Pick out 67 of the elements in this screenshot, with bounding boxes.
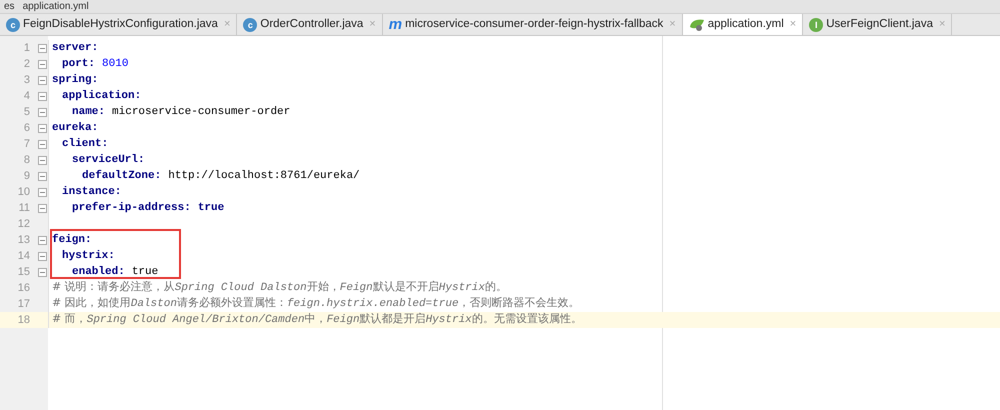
- fold-icon: [38, 252, 47, 260]
- yaml-value: microservice-consumer-order: [112, 104, 290, 120]
- tab-label: UserFeignClient.java: [826, 16, 933, 32]
- line-number: 15: [16, 264, 30, 280]
- yaml-value: 8010: [102, 56, 128, 72]
- line-number: 4: [22, 88, 30, 104]
- line-number: 18: [16, 312, 30, 328]
- fold-icon: [38, 124, 47, 132]
- leaf-icon: [688, 18, 705, 32]
- line-number: 3: [22, 72, 30, 88]
- fold-icon: [38, 140, 47, 148]
- breadcrumb-item[interactable]: application.yml: [22, 2, 89, 12]
- fold-icon: [38, 188, 47, 196]
- line-number: 6: [22, 120, 30, 136]
- tab-label: OrderController.java: [260, 16, 364, 32]
- yaml-key: enabled:: [72, 264, 125, 280]
- fold-icon: [38, 76, 47, 84]
- class-icon: c: [243, 18, 258, 32]
- yaml-key: port:: [62, 56, 96, 72]
- comment-text: # 因此，如使用Dalston请务必额外设置属性：feign.hystrix.enabled=true，否则断路器不会生效。: [52, 295, 580, 312]
- editor-tab[interactable]: application.yml ×: [682, 14, 804, 35]
- interface-icon: I: [809, 18, 824, 32]
- yaml-key: instance:: [62, 184, 122, 200]
- line-number: 10: [16, 184, 30, 200]
- yaml-value: http://localhost:8761/eureka/: [168, 168, 360, 184]
- breadcrumb-item[interactable]: es: [4, 2, 15, 12]
- line-number: 2: [22, 56, 30, 72]
- line-number: 5: [22, 104, 30, 120]
- yaml-key: name:: [72, 104, 106, 120]
- tab-label: application.yml: [708, 16, 784, 32]
- line-number: 13: [16, 232, 30, 248]
- fold-icon: [38, 44, 47, 52]
- tab-label: FeignDisableHystrixConfiguration.java: [23, 16, 218, 32]
- fold-icon: [38, 236, 47, 244]
- line-number: 16: [16, 280, 30, 296]
- fold-icon: [38, 268, 47, 276]
- module-icon: m: [388, 17, 402, 32]
- yaml-key: application:: [62, 88, 142, 104]
- yaml-key: feign:: [52, 232, 92, 248]
- fold-icon: [38, 60, 47, 68]
- line-number: 12: [16, 216, 30, 232]
- comment-text: # 而，Spring Cloud Angel/Brixton/Camden中，Feign默认都是开启Hystrix的。无需设置该属性。: [52, 311, 582, 328]
- line-number: 1: [22, 40, 30, 56]
- line-number: 11: [18, 200, 30, 216]
- fold-icon: [38, 108, 47, 116]
- yaml-key: eureka:: [52, 120, 98, 136]
- yaml-value: true: [132, 264, 158, 280]
- yaml-key: client:: [62, 136, 108, 152]
- line-number: 8: [22, 152, 30, 168]
- line-number: 17: [16, 296, 30, 312]
- comment-text: # 说明：请务必注意，从Spring Cloud Dalston开始，Feign默认是不开启Hystrix的。: [52, 279, 507, 296]
- tab-label: microservice-consumer-order-feign-hystrix-fallback: [405, 16, 664, 32]
- yaml-key: serviceUrl:: [72, 152, 145, 168]
- yaml-key: spring:: [52, 72, 98, 88]
- fold-icon: [38, 156, 47, 164]
- line-number: 7: [22, 136, 30, 152]
- class-icon: c: [6, 18, 20, 32]
- fold-icon: [38, 92, 47, 100]
- fold-icon: [38, 204, 47, 212]
- line-number: 9: [22, 168, 30, 184]
- line-number: 14: [16, 248, 30, 264]
- yaml-value: true: [198, 200, 224, 216]
- yaml-key: defaultZone:: [82, 168, 162, 184]
- yaml-key: hystrix:: [62, 248, 115, 264]
- yaml-key: server:: [52, 40, 98, 56]
- fold-icon: [38, 172, 47, 180]
- yaml-key: prefer-ip-address:: [72, 200, 191, 216]
